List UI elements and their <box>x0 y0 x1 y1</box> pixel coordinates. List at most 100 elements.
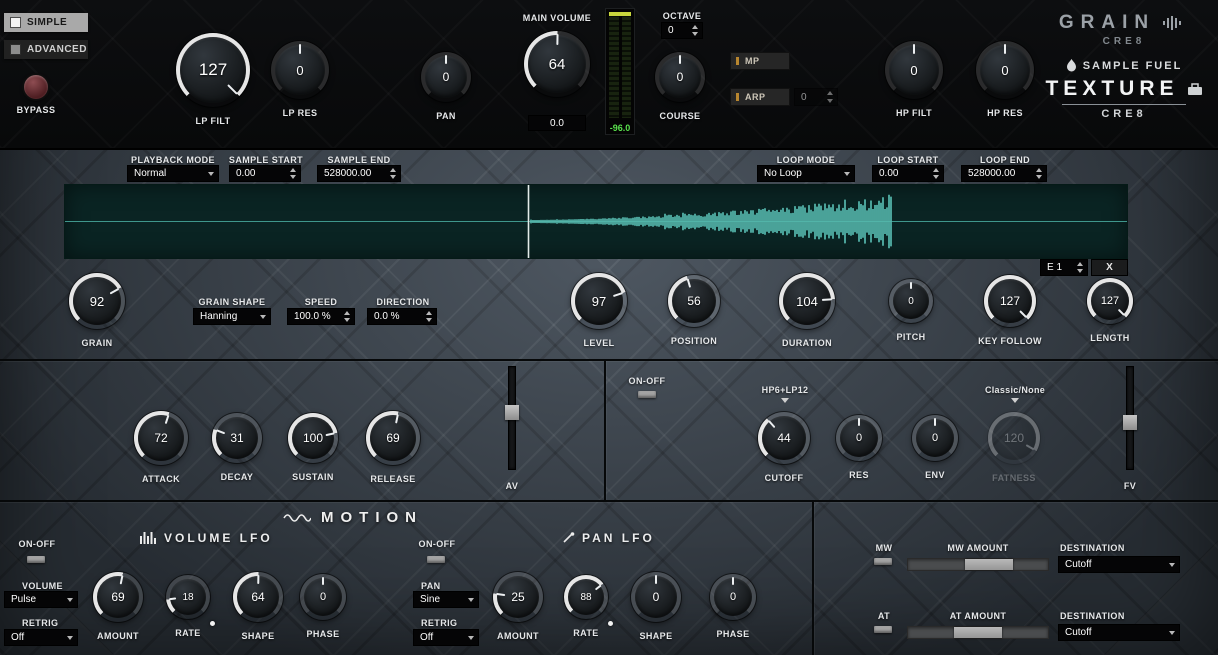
cutoff-knob[interactable]: 44CUTOFF <box>758 412 810 464</box>
release-knob[interactable]: 69RELEASE <box>366 411 420 465</box>
knob-value: 127 <box>1101 295 1119 307</box>
knob-label: GRAIN <box>43 338 151 348</box>
at-amount-slider[interactable] <box>908 627 1048 638</box>
pan-lfo-shape-knob[interactable]: 0SHAPE <box>631 572 681 622</box>
pan-lfo-wave-select[interactable]: Sine <box>414 592 478 607</box>
knob-value: 0 <box>730 591 736 603</box>
knob-value: 88 <box>580 592 591 603</box>
flame-icon <box>1066 59 1077 72</box>
pan-lfo-rate-knob[interactable]: 88RATE <box>564 575 608 619</box>
stepper-arrows-icon <box>389 166 398 181</box>
knob-tick <box>322 577 324 585</box>
octave-stepper[interactable]: 0 <box>662 23 702 38</box>
knob-value: 0 <box>932 432 938 444</box>
at-destination-select[interactable]: Cutoff <box>1059 625 1179 640</box>
direction-stepper[interactable]: 0.0 % <box>368 309 436 324</box>
loop-mode-select[interactable]: No Loop <box>758 166 854 181</box>
knob-value: 92 <box>90 294 104 309</box>
mw-amount-slider[interactable] <box>908 559 1048 570</box>
grain-knob[interactable]: 92GRAIN <box>69 273 125 329</box>
knob-value: 44 <box>777 431 790 445</box>
knob-value: 18 <box>182 592 193 603</box>
knob-label: LEVEL <box>545 338 653 348</box>
slider-handle[interactable] <box>505 405 519 420</box>
slider-handle[interactable] <box>1123 415 1137 430</box>
filter-type-select[interactable]: HP6+LP12 <box>745 385 825 403</box>
position-knob[interactable]: 56POSITION <box>668 275 720 327</box>
sample-start-stepper[interactable]: 0.00 <box>230 166 300 181</box>
decay-knob[interactable]: 31DECAY <box>212 413 262 463</box>
tab-advanced[interactable]: ADVANCED <box>4 40 88 59</box>
knob-label: POSITION <box>642 336 746 346</box>
sample-end-stepper[interactable]: 528000.00 <box>318 166 400 181</box>
loop-mode-value: No Loop <box>764 168 802 179</box>
speed-stepper[interactable]: 100.0 % <box>288 309 354 324</box>
arp-stepper[interactable]: 0 <box>795 89 837 105</box>
level-knob[interactable]: 97LEVEL <box>571 273 627 329</box>
filter-mode-select[interactable]: Classic/None <box>975 385 1055 403</box>
sustain-knob[interactable]: 100SUSTAIN <box>288 413 338 463</box>
volume-lfo-wave-label: VOLUME <box>22 581 82 592</box>
volume-lfo-wave-value: Pulse <box>11 594 36 605</box>
res-knob[interactable]: 0RES <box>836 415 882 461</box>
section-divider <box>604 361 606 500</box>
close-edit-button[interactable]: X <box>1092 260 1127 275</box>
mw-toggle[interactable] <box>874 558 892 565</box>
grain-shape-select[interactable]: Hanning <box>194 309 270 324</box>
volume-lfo-phase-knob[interactable]: 0PHASE <box>300 574 346 620</box>
slider-handle[interactable] <box>965 559 1013 570</box>
volume-lfo-onoff-label: ON-OFF <box>11 539 63 550</box>
pan-lfo-retrig-value: Off <box>420 632 433 643</box>
octave-value: 0 <box>668 25 674 36</box>
volume-lfo-amount-knob[interactable]: 69AMOUNT <box>93 572 143 622</box>
hp-res-knob[interactable]: 0HP RES <box>976 41 1034 99</box>
at-amount-label: AT AMOUNT <box>908 611 1048 622</box>
knob-label: PITCH <box>863 332 959 342</box>
loop-end-label: LOOP END <box>960 155 1050 166</box>
amp-volume-slider[interactable] <box>505 367 519 469</box>
pan-lfo-onoff-toggle[interactable] <box>427 556 445 563</box>
lp-filt-knob[interactable]: 127LP FILT <box>176 33 250 107</box>
chevron-down-icon <box>1011 398 1019 403</box>
arp-button[interactable]: ARP <box>731 89 789 105</box>
loop-start-stepper[interactable]: 0.00 <box>873 166 943 181</box>
pan-lfo-amount-knob[interactable]: 25AMOUNT <box>493 572 543 622</box>
knob-tick <box>257 575 259 584</box>
tab-simple[interactable]: SIMPLE <box>4 13 88 32</box>
volume-lfo-shape-knob[interactable]: 64SHAPE <box>233 572 283 622</box>
volume-lfo-rate-knob[interactable]: 18RATE <box>166 575 210 619</box>
knob-tick <box>913 44 915 54</box>
knob-face: 69 <box>97 576 139 618</box>
bypass-button[interactable] <box>24 75 48 99</box>
stepper-arrows-icon <box>932 166 941 181</box>
at-toggle[interactable] <box>874 626 892 633</box>
filter-volume-slider[interactable] <box>1123 367 1137 469</box>
waveform-display[interactable] <box>65 185 1127 258</box>
env-amount-knob[interactable]: 0ENV <box>912 415 958 461</box>
hp-filt-knob[interactable]: 0HP FILT <box>885 41 943 99</box>
slider-handle[interactable] <box>954 627 1002 638</box>
course-knob[interactable]: 0COURSE <box>655 52 705 102</box>
fatness-knob[interactable]: 120FATNESS <box>988 412 1040 464</box>
mp-button[interactable]: MP <box>731 53 789 69</box>
knob-face: 72 <box>138 415 184 461</box>
duration-knob[interactable]: 104DURATION <box>779 273 835 329</box>
pan-lfo-title: PAN LFO <box>562 531 655 545</box>
playback-mode-select[interactable]: Normal <box>128 166 218 181</box>
mw-destination-select[interactable]: Cutoff <box>1059 557 1179 572</box>
volume-lfo-onoff-toggle[interactable] <box>27 556 45 563</box>
pitch-knob[interactable]: 0PITCH <box>889 279 933 323</box>
edit-group-stepper[interactable]: E 1 <box>1041 260 1087 275</box>
lp-res-knob[interactable]: 0LP RES <box>271 41 329 99</box>
vu-meter-bar-right <box>622 12 632 118</box>
loop-end-stepper[interactable]: 528000.00 <box>962 166 1046 181</box>
attack-knob[interactable]: 72ATTACK <box>134 411 188 465</box>
key-follow-knob[interactable]: 127KEY FOLLOW <box>984 275 1036 327</box>
main-volume-knob[interactable]: 64 <box>524 31 590 97</box>
pan-knob[interactable]: 0PAN <box>421 52 471 102</box>
volume-lfo-wave-select[interactable]: Pulse <box>5 592 77 607</box>
waveform-svg <box>65 185 1127 258</box>
pan-lfo-phase-knob[interactable]: 0PHASE <box>710 574 756 620</box>
length-knob[interactable]: 127LENGTH <box>1087 278 1133 324</box>
filter-onoff-toggle[interactable] <box>638 391 656 398</box>
